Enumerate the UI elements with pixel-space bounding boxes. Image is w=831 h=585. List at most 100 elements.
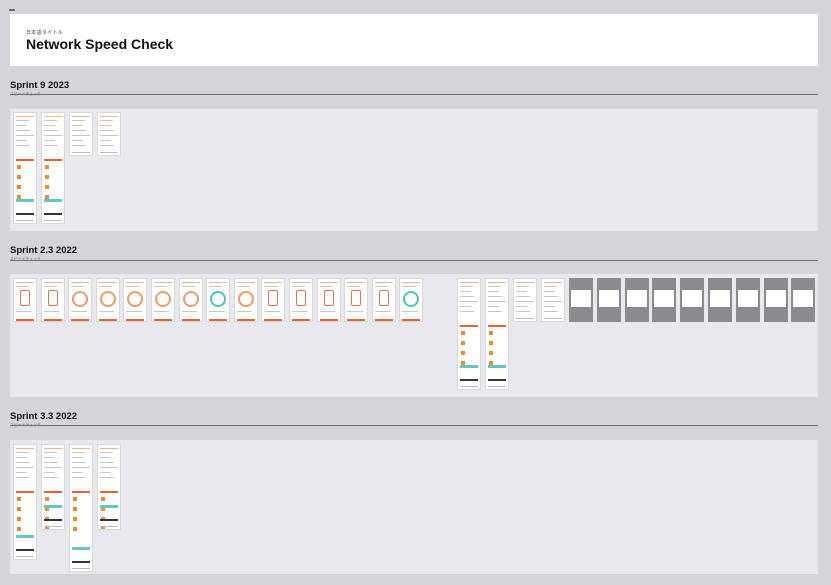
section-divider	[10, 425, 818, 426]
thumb-text-line	[16, 286, 30, 287]
modal-thumbnail[interactable]	[791, 278, 816, 322]
screen-thumbnail[interactable]	[399, 278, 424, 322]
thumb-text-line	[292, 311, 308, 312]
thumb-button	[43, 319, 62, 321]
thumb-text-line	[264, 311, 280, 312]
thumb-header-bar	[460, 282, 478, 283]
thumb-button	[16, 159, 34, 161]
thumb-text-line	[100, 457, 111, 458]
screen-thumbnail[interactable]	[95, 278, 120, 322]
thumb-list-icon	[101, 497, 105, 501]
screen-thumbnail[interactable]	[13, 112, 37, 224]
section-divider	[10, 94, 818, 95]
thumb-footer	[44, 213, 62, 215]
modal-thumbnail[interactable]	[708, 278, 732, 322]
thumb-banner	[100, 505, 118, 508]
thumb-text-line	[402, 286, 416, 287]
thumb-list-icon	[17, 507, 21, 511]
thumb-text-line	[488, 306, 499, 307]
thumb-list-icon	[489, 341, 493, 345]
thumb-nav-bar	[516, 318, 534, 319]
thumb-list-icon	[17, 165, 21, 169]
thumb-text-line	[544, 291, 555, 292]
modal-thumbnail[interactable]	[569, 278, 593, 322]
thumb-text-line	[16, 120, 30, 121]
thumb-button	[374, 319, 393, 321]
screen-thumbnail[interactable]	[233, 278, 258, 322]
thumb-text-line	[460, 296, 475, 297]
screen-thumbnail[interactable]	[513, 278, 537, 322]
thumb-text-line	[516, 301, 534, 302]
modal-thumbnail[interactable]	[680, 278, 705, 322]
thumb-text-line	[16, 140, 27, 141]
screen-thumbnail[interactable]	[371, 278, 396, 322]
thumb-list-icon	[45, 497, 49, 501]
modal-thumbnail[interactable]	[652, 278, 677, 322]
section-title-sprint-3-3-2022: Sprint 3.3 2022	[10, 411, 78, 422]
modal-thumbnail[interactable]	[763, 278, 788, 322]
board-sprint-2-3-2022[interactable]	[10, 274, 818, 397]
screen-thumbnail[interactable]	[41, 444, 65, 530]
thumb-dialog	[682, 290, 703, 307]
phone-icon	[20, 290, 30, 306]
modal-thumbnail[interactable]	[735, 278, 760, 322]
section-title-sprint-2-3-2022: Sprint 2.3 2022	[10, 245, 78, 256]
thumb-header-bar	[516, 282, 534, 283]
thumb-text-line	[292, 286, 306, 287]
thumb-list-icon	[73, 507, 77, 511]
gauge-icon	[155, 291, 171, 307]
thumb-header-bar	[71, 282, 90, 283]
screen-thumbnail[interactable]	[13, 278, 37, 322]
screen-thumbnail[interactable]	[178, 278, 203, 322]
thumb-text-line	[516, 296, 531, 297]
screen-thumbnail[interactable]	[13, 444, 37, 560]
screen-thumbnail[interactable]	[485, 278, 509, 390]
screen-thumbnail[interactable]	[40, 278, 65, 322]
thumb-text-line	[98, 286, 112, 287]
thumb-text-line	[44, 135, 62, 136]
board-sprint-3-3-2022[interactable]	[10, 440, 818, 574]
modal-thumbnail[interactable]	[624, 278, 649, 322]
thumb-header-bar	[72, 116, 90, 117]
screen-thumbnail[interactable]	[457, 278, 481, 390]
thumb-dialog	[737, 290, 758, 307]
thumb-text-line	[319, 311, 335, 312]
screen-thumbnail[interactable]	[69, 112, 93, 156]
thumb-dialog	[598, 290, 619, 307]
screen-thumbnail[interactable]	[123, 278, 148, 322]
thumb-text-line	[488, 301, 506, 302]
screen-thumbnail[interactable]	[344, 278, 369, 322]
thumb-text-line	[236, 311, 253, 312]
screen-thumbnail[interactable]	[41, 112, 65, 224]
thumb-header-bar	[98, 282, 117, 283]
screen-thumbnail[interactable]	[289, 278, 313, 322]
thumb-list-icon	[489, 351, 493, 355]
thumb-list-icon	[73, 497, 77, 501]
thumb-dialog	[710, 290, 730, 307]
thumb-banner	[488, 365, 506, 368]
thumb-header-bar	[16, 116, 34, 117]
thumb-text-line	[72, 477, 87, 478]
thumb-button	[181, 319, 200, 321]
screen-thumbnail[interactable]	[97, 112, 121, 156]
screen-thumbnail[interactable]	[206, 278, 231, 322]
thumb-button	[154, 319, 172, 321]
screen-thumbnail[interactable]	[541, 278, 565, 322]
board-sprint-9-2023[interactable]	[10, 109, 818, 231]
thumb-button	[100, 491, 118, 493]
thumb-text-line	[72, 125, 83, 126]
thumb-text-line	[16, 477, 31, 478]
thumb-list-icon	[45, 175, 49, 179]
thumb-text-line	[44, 467, 62, 468]
screen-thumbnail[interactable]	[151, 278, 175, 322]
screen-thumbnail[interactable]	[97, 444, 121, 530]
thumb-text-line	[72, 140, 83, 141]
screen-thumbnail[interactable]	[69, 444, 93, 572]
screen-thumbnail[interactable]	[261, 278, 286, 322]
screen-thumbnail[interactable]	[68, 278, 93, 322]
screen-thumbnail[interactable]	[316, 278, 341, 322]
page-title: Network Speed Check	[26, 36, 174, 52]
thumb-list-icon	[461, 351, 465, 355]
modal-thumbnail[interactable]	[596, 278, 621, 322]
thumb-text-line	[181, 311, 197, 312]
